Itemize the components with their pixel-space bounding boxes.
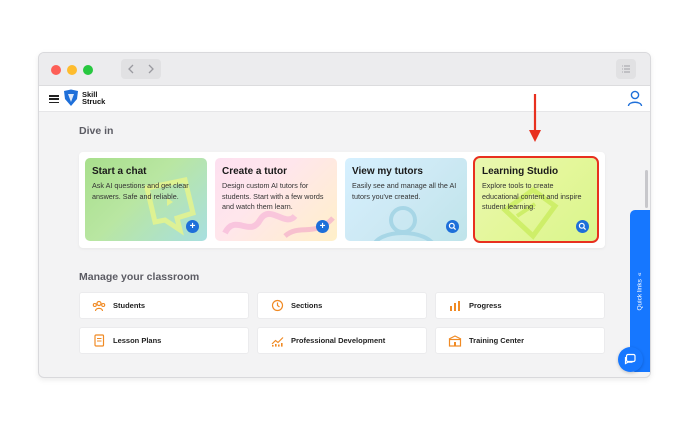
shield-logo-icon: [64, 89, 78, 106]
search-button[interactable]: [446, 220, 459, 233]
clock-icon: [270, 299, 284, 313]
add-button[interactable]: +: [186, 220, 199, 233]
learning-studio-card[interactable]: Learning Studio Explore tools to create …: [473, 156, 599, 243]
dive-in-cards-panel: Start a chat Ask AI questions and get cl…: [79, 152, 605, 248]
annotation-arrow-icon: [529, 94, 541, 142]
user-account-icon[interactable]: [626, 89, 644, 107]
double-chevron-up-icon: «: [636, 271, 644, 276]
tile-label: Progress: [469, 301, 502, 310]
chevron-right-icon: [148, 64, 154, 74]
tile-label: Students: [113, 301, 146, 310]
card-title: Learning Studio: [482, 166, 559, 177]
manage-classroom-title: Manage your classroom: [79, 271, 200, 283]
growth-chart-icon: [270, 334, 284, 348]
tile-label: Training Center: [469, 336, 525, 345]
search-icon: [578, 222, 587, 231]
minimize-window-button[interactable]: [67, 65, 77, 75]
chevron-left-icon: [128, 64, 134, 74]
chat-support-button[interactable]: [618, 347, 643, 372]
bar-chart-icon: [448, 299, 462, 313]
back-button[interactable]: [121, 59, 141, 79]
notebook-icon: [92, 334, 106, 348]
sections-tile[interactable]: Sections: [257, 292, 427, 319]
browser-menu-button[interactable]: [616, 59, 636, 79]
people-icon: [92, 299, 106, 313]
card-description: Easily see and manage all the AI tutors …: [352, 181, 457, 201]
logo-line2: Struck: [82, 97, 106, 106]
browser-titlebar: [39, 53, 650, 86]
hamburger-menu-icon[interactable]: [49, 95, 59, 104]
training-center-tile[interactable]: Training Center: [435, 327, 605, 354]
dive-in-title: Dive in: [79, 125, 114, 137]
card-description: Ask AI questions and get clear answers. …: [92, 181, 189, 201]
main-content: Dive in Start a chat Ask AI questions an…: [39, 112, 650, 377]
building-icon: [448, 334, 462, 348]
card-title: View my tutors: [352, 166, 423, 177]
lesson-plans-tile[interactable]: Lesson Plans: [79, 327, 249, 354]
browser-nav-buttons: [121, 59, 161, 79]
scrollbar-thumb[interactable]: [645, 170, 648, 208]
create-tutor-card[interactable]: Create a tutor Design custom AI tutors f…: [215, 158, 337, 241]
quick-links-label: Quick links: [636, 278, 644, 311]
list-icon: [622, 65, 630, 73]
forward-button[interactable]: [141, 59, 161, 79]
card-description: Explore tools to create educational cont…: [482, 181, 582, 211]
tile-label: Sections: [291, 301, 323, 310]
maximize-window-button[interactable]: [83, 65, 93, 75]
tile-label: Professional Development: [291, 336, 386, 345]
search-icon: [448, 222, 457, 231]
chat-bubble-icon: [624, 353, 636, 365]
app-header: Skill Struck: [39, 86, 650, 112]
tile-label: Lesson Plans: [113, 336, 162, 345]
progress-tile[interactable]: Progress: [435, 292, 605, 319]
view-tutors-card[interactable]: View my tutors Easily see and manage all…: [345, 158, 467, 241]
logo-text: Skill Struck: [82, 90, 106, 106]
start-chat-card[interactable]: Start a chat Ask AI questions and get cl…: [85, 158, 207, 241]
skillstruck-logo[interactable]: Skill Struck: [63, 89, 105, 107]
card-title: Create a tutor: [222, 166, 288, 177]
students-tile[interactable]: Students: [79, 292, 249, 319]
add-button[interactable]: +: [316, 220, 329, 233]
professional-development-tile[interactable]: Professional Development: [257, 327, 427, 354]
close-window-button[interactable]: [51, 65, 61, 75]
browser-window: Skill Struck Dive in Start a chat Ask AI…: [38, 52, 651, 378]
search-button[interactable]: [576, 220, 589, 233]
card-title: Start a chat: [92, 166, 147, 177]
card-description: Design custom AI tutors for students. St…: [222, 181, 324, 211]
